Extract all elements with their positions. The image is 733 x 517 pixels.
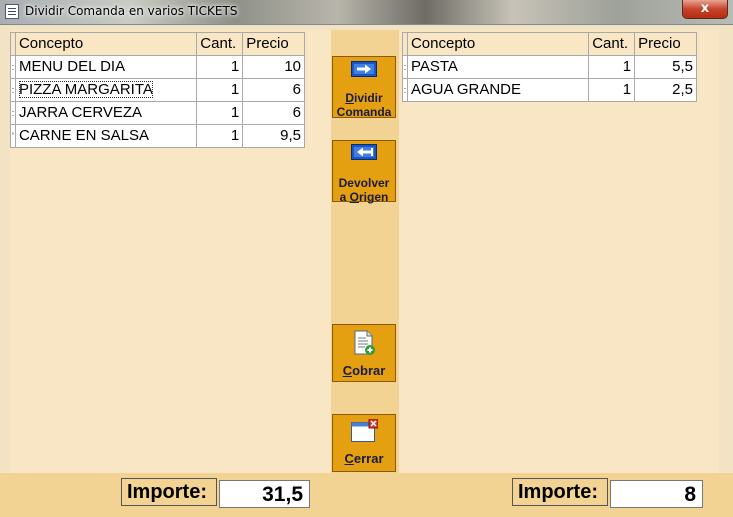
cerrar-button[interactable]: Cerrar — [332, 414, 396, 472]
close-button[interactable]: x — [682, 0, 728, 19]
devolver-origen-button[interactable]: Devolver a Origen — [332, 140, 396, 204]
cell-concepto[interactable]: CARNE EN SALSA — [14, 124, 198, 148]
dividir-comanda-button[interactable]: Dividir Comanda — [332, 56, 396, 119]
cell-cant[interactable]: 1 — [196, 55, 244, 79]
right-importe-label: Importe: — [512, 478, 608, 506]
window-close-icon — [333, 418, 395, 446]
cell-concepto[interactable]: PIZZA MARGARITA — [14, 78, 198, 102]
column-header-concepto[interactable]: Concepto — [14, 32, 198, 56]
table-row[interactable]: ' CARNE EN SALSA 1 9,5 — [10, 124, 305, 148]
column-header-concepto[interactable]: Concepto — [406, 32, 590, 56]
focused-cell-text: PIZZA MARGARITA — [18, 81, 153, 98]
right-importe-value: 8 — [610, 480, 703, 508]
cell-cant[interactable]: 1 — [588, 55, 636, 79]
cell-concepto[interactable]: PASTA — [406, 55, 590, 79]
devolver-origen-label-line2: a Origen — [339, 190, 389, 204]
column-header-precio[interactable]: Precio — [634, 32, 697, 56]
arrow-left-icon — [333, 144, 395, 163]
table-row[interactable]: : PASTA 1 5,5 — [402, 55, 697, 79]
dividir-comanda-label-line2: Comanda — [336, 105, 392, 119]
app-icon — [5, 4, 19, 19]
cell-cant[interactable]: 1 — [196, 124, 244, 148]
cell-cant[interactable]: 1 — [196, 101, 244, 125]
cell-precio[interactable]: 5,5 — [634, 55, 697, 79]
cell-cant[interactable]: 1 — [196, 78, 244, 102]
left-importe-label: Importe: — [121, 478, 217, 506]
cell-cant[interactable]: 1 — [588, 78, 636, 102]
window-title: Dividir Comanda en varios TICKETS — [25, 4, 238, 18]
right-items-grid[interactable]: Concepto Cant. Precio : PASTA 1 5,5 : AG… — [402, 32, 697, 102]
column-header-cant[interactable]: Cant. — [588, 32, 636, 56]
table-row[interactable]: : MENU DEL DIA 1 10 — [10, 55, 305, 79]
grid-header: Concepto Cant. Precio — [402, 32, 697, 56]
dividir-comanda-label: Dividir — [345, 91, 383, 105]
document-add-icon — [333, 330, 395, 359]
left-importe-value: 31,5 — [219, 480, 310, 508]
cobrar-button[interactable]: Cobrar — [332, 324, 396, 382]
cell-concepto[interactable]: AGUA GRANDE — [406, 78, 590, 102]
close-icon: x — [700, 1, 710, 16]
cell-concepto[interactable]: MENU DEL DIA — [14, 55, 198, 79]
devolver-origen-label: Devolver — [338, 176, 390, 190]
cobrar-label: Cobrar — [342, 363, 386, 378]
title-bar: Dividir Comanda en varios TICKETS x — [0, 0, 733, 25]
cell-precio[interactable]: 10 — [242, 55, 305, 79]
cell-precio[interactable]: 6 — [242, 101, 305, 125]
table-row[interactable]: : JARRA CERVEZA 1 6 — [10, 101, 305, 125]
cell-precio[interactable]: 6 — [242, 78, 305, 102]
arrow-right-icon — [333, 61, 395, 80]
grid-header: Concepto Cant. Precio — [10, 32, 305, 56]
column-header-precio[interactable]: Precio — [242, 32, 305, 56]
left-items-grid[interactable]: Concepto Cant. Precio : MENU DEL DIA 1 1… — [10, 32, 305, 148]
cell-concepto[interactable]: JARRA CERVEZA — [14, 101, 198, 125]
cell-precio[interactable]: 9,5 — [242, 124, 305, 148]
table-row[interactable]: : AGUA GRANDE 1 2,5 — [402, 78, 697, 102]
table-row[interactable]: : PIZZA MARGARITA 1 6 — [10, 78, 305, 102]
cerrar-label: Cerrar — [344, 451, 384, 466]
cell-precio[interactable]: 2,5 — [634, 78, 697, 102]
column-header-cant[interactable]: Cant. — [196, 32, 244, 56]
